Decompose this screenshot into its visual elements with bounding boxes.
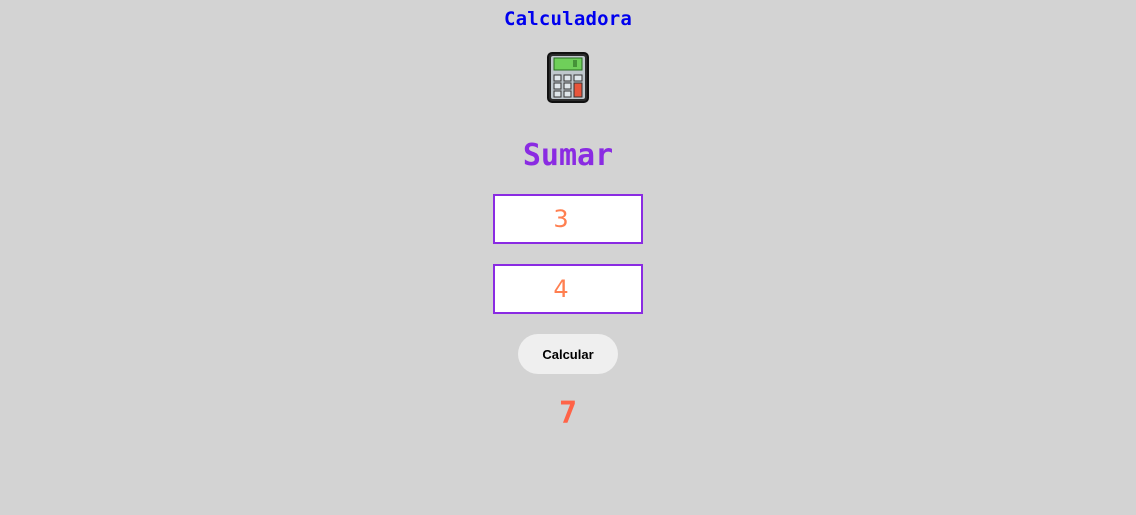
result-value: 7 (558, 396, 578, 431)
calculate-button[interactable]: Calcular (518, 334, 618, 374)
operation-heading: Sumar (522, 138, 614, 173)
page-title: Calculadora (503, 8, 633, 30)
second-number-input[interactable] (493, 264, 643, 314)
calculator-icon (546, 52, 590, 104)
first-number-input[interactable] (493, 194, 643, 244)
calculator-page: Calculadora Sumar Calcular 7 (0, 0, 1136, 515)
